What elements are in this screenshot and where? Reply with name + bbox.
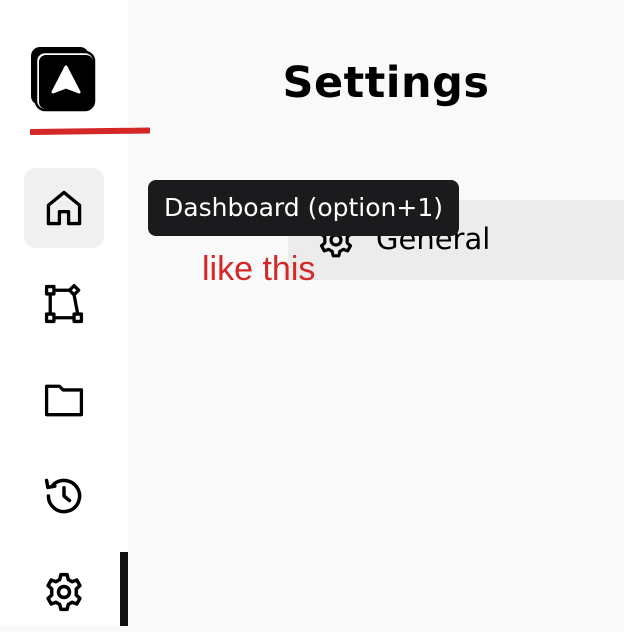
app-logo-icon[interactable] (30, 46, 96, 112)
dashboard-tooltip: Dashboard (option+1) (148, 180, 459, 236)
history-icon (44, 478, 82, 514)
page-title: Settings (282, 58, 490, 108)
folder-icon (44, 384, 84, 417)
active-indicator-bar (120, 552, 128, 626)
sidebar-item-files[interactable] (24, 360, 104, 440)
sidebar (0, 0, 151, 626)
sidebar-item-dashboard[interactable] (24, 168, 104, 248)
annotation-underline (29, 127, 151, 135)
sidebar-item-settings[interactable] (24, 552, 104, 632)
gear-icon (46, 572, 82, 612)
annotation-text: like this (202, 250, 316, 288)
sidebar-item-history[interactable] (24, 456, 104, 536)
home-icon (46, 190, 82, 226)
workflow-icon (44, 284, 84, 324)
sidebar-item-flows[interactable] (24, 264, 104, 344)
